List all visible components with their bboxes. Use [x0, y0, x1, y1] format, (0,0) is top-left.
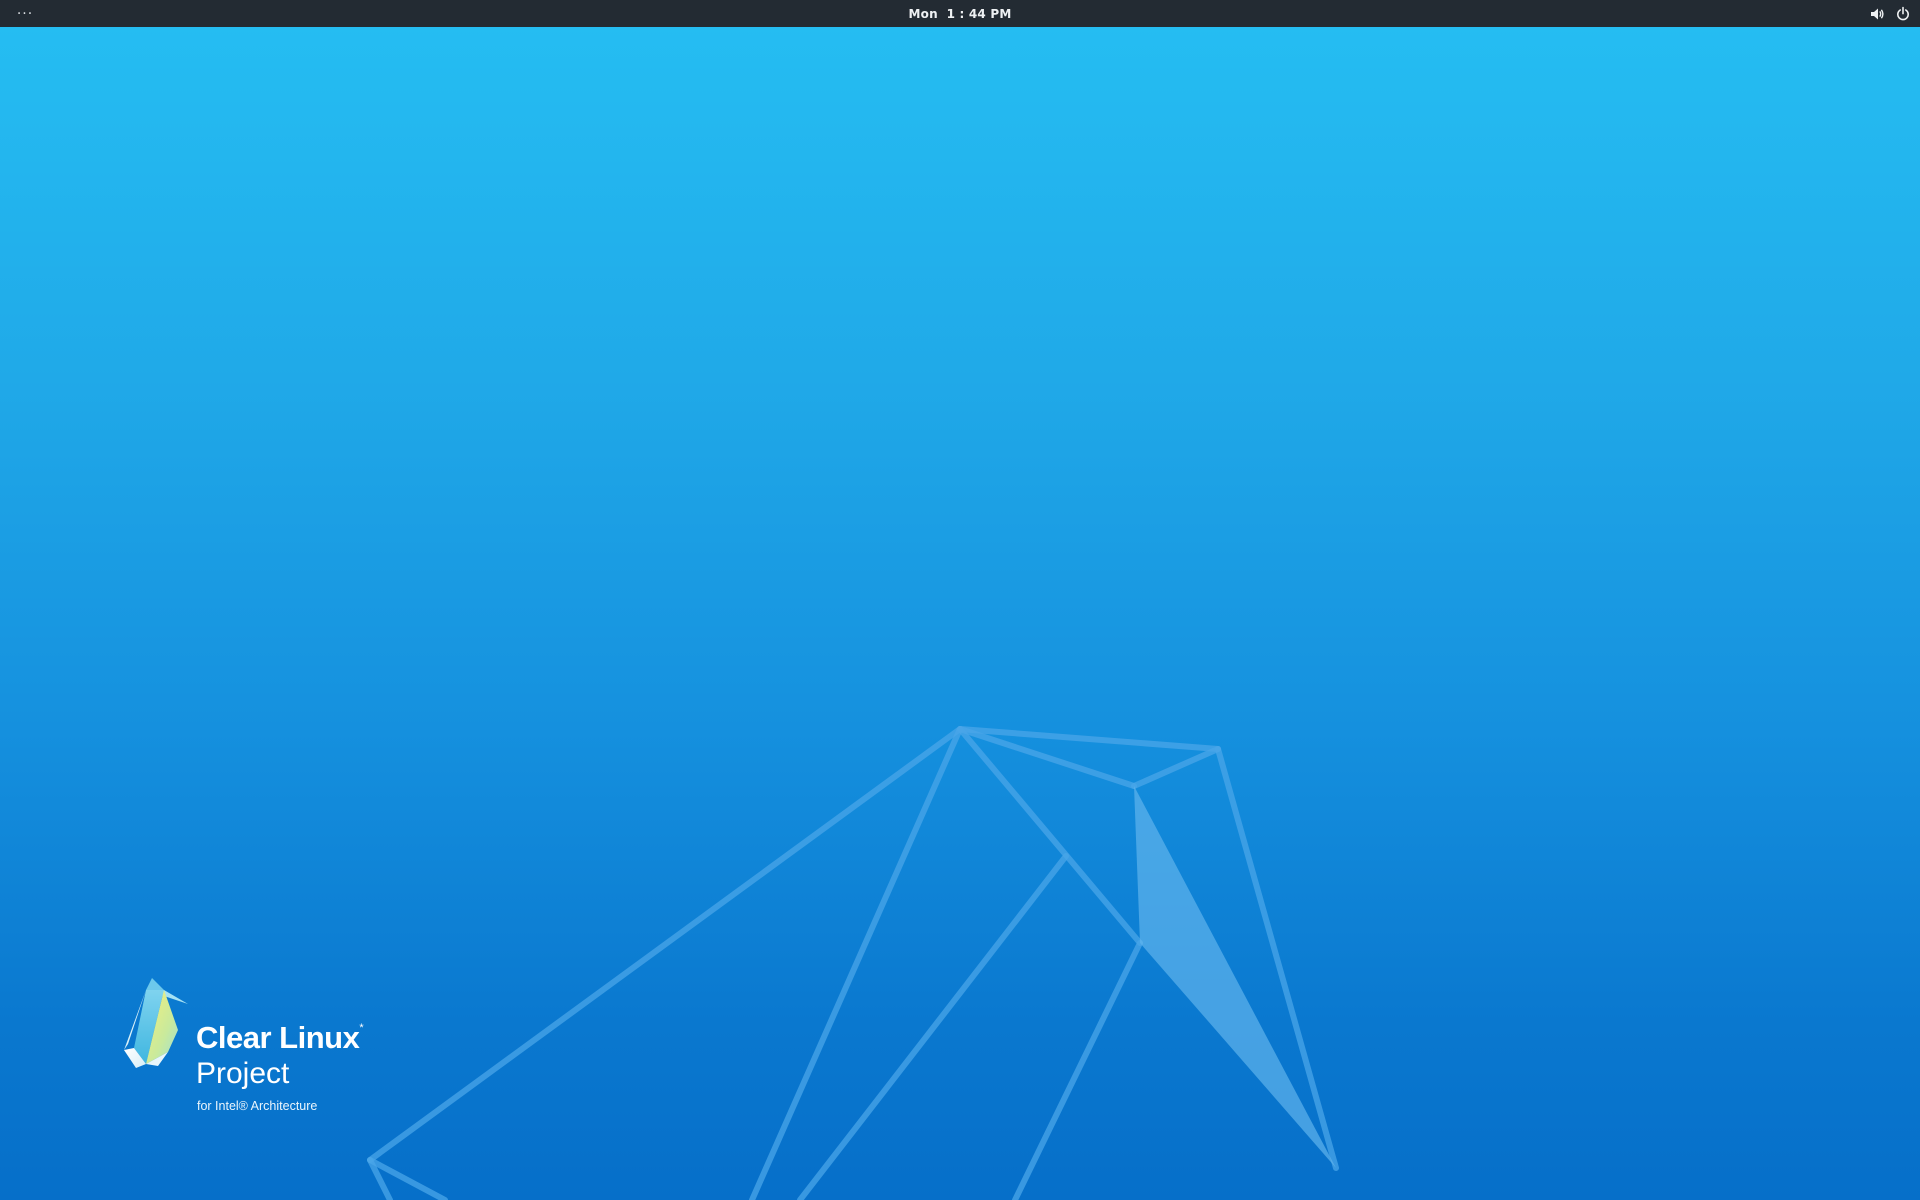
- activities-button[interactable]: ···: [10, 0, 40, 27]
- volume-icon[interactable]: [1868, 5, 1886, 23]
- logo-tagline: for Intel® Architecture: [197, 1099, 318, 1113]
- logo-subtitle: Project: [196, 1057, 290, 1090]
- desktop-background[interactable]: Clear Linux* Project for Intel® Architec…: [0, 27, 1920, 1200]
- clock[interactable]: Mon 1 : 44 PM: [908, 0, 1011, 27]
- clear-linux-crystal-icon: [124, 978, 188, 1068]
- clear-linux-logo: Clear Linux* Project for Intel® Architec…: [122, 960, 382, 1120]
- top-bar: ··· Mon 1 : 44 PM: [0, 0, 1920, 27]
- power-icon[interactable]: [1894, 5, 1912, 23]
- logo-title: Clear Linux*: [196, 1020, 364, 1055]
- logo-title-mark: *: [359, 1022, 364, 1034]
- system-tray[interactable]: [1868, 0, 1912, 27]
